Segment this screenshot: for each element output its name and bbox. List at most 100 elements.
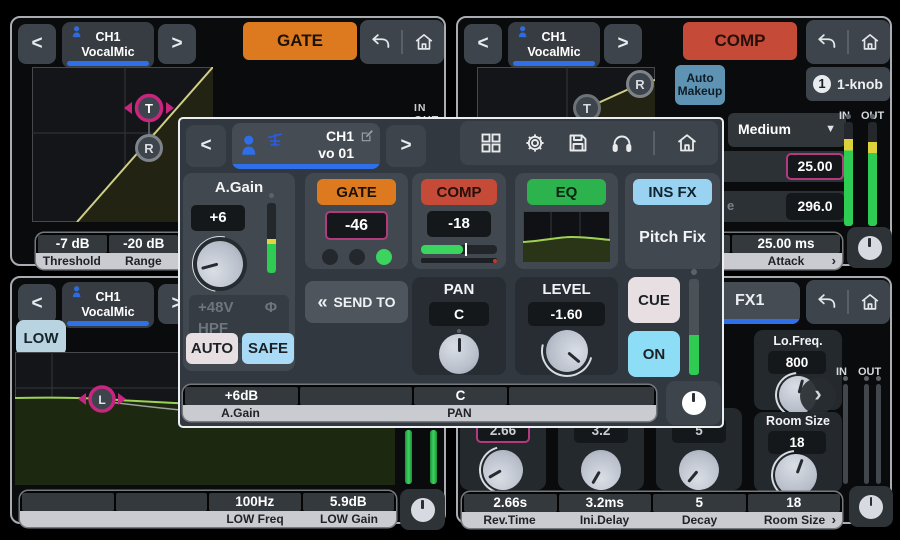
gate-threshold-value[interactable]: -46 bbox=[325, 211, 388, 240]
popup-next-channel-button[interactable]: > bbox=[386, 125, 426, 167]
fx-roomsize-block: Room Size 18 bbox=[754, 412, 842, 492]
next-page-button[interactable]: › bbox=[800, 378, 836, 414]
monitor-headphones-icon[interactable] bbox=[610, 131, 634, 155]
popup-touch-strip[interactable]: +6dB C A.Gain PAN bbox=[183, 385, 656, 421]
touch-cell[interactable]: 5.9dB bbox=[303, 493, 395, 511]
mixer-screen: < CH1 VocalMic > GATE T R IN OUT -7 dB bbox=[0, 0, 900, 540]
chevron-right-icon: › bbox=[832, 513, 836, 527]
touch-cell[interactable]: -7 dB bbox=[38, 235, 107, 253]
comp-type-dropdown[interactable]: Medium ▼ bbox=[728, 113, 846, 147]
save-icon[interactable] bbox=[566, 131, 590, 155]
insfx-name[interactable]: Pitch Fix bbox=[625, 229, 720, 247]
comp-ratio-handle[interactable]: R bbox=[628, 72, 653, 97]
touch-cell[interactable]: 25.00 ms bbox=[732, 235, 840, 253]
touch-knob-button[interactable] bbox=[849, 486, 893, 527]
channel-tab[interactable]: CH1 VocalMic bbox=[62, 282, 154, 328]
eq-block: EQ bbox=[515, 173, 618, 269]
touch-cell[interactable]: 5 bbox=[653, 494, 746, 512]
comp-block: COMP -18 bbox=[412, 173, 506, 269]
comp-on-button[interactable]: COMP bbox=[421, 179, 497, 205]
safe-button[interactable]: SAFE bbox=[242, 333, 294, 364]
pan-knob[interactable] bbox=[439, 334, 479, 374]
home-icon[interactable] bbox=[859, 31, 881, 53]
one-knob-button[interactable]: 1 1-knob bbox=[806, 67, 890, 101]
level-value[interactable]: -1.60 bbox=[528, 302, 605, 326]
pan-block: PAN C bbox=[412, 277, 506, 375]
comp-title-button[interactable]: COMP bbox=[683, 22, 797, 60]
touch-label: LOW Freq bbox=[208, 512, 302, 527]
svg-text:T: T bbox=[145, 101, 153, 116]
auto-gain-button[interactable]: AUTO bbox=[186, 333, 238, 364]
channel-tab[interactable]: CH1 VocalMic bbox=[508, 22, 600, 68]
popup-prev-channel-button[interactable]: < bbox=[186, 125, 226, 167]
touch-cell[interactable] bbox=[300, 387, 412, 405]
phase-icon[interactable]: Φ bbox=[265, 299, 277, 316]
touch-cell[interactable]: -20 dB bbox=[109, 235, 178, 253]
out-meter bbox=[868, 122, 877, 226]
home-icon[interactable] bbox=[859, 291, 881, 313]
undo-icon[interactable] bbox=[816, 291, 838, 313]
phantom-label[interactable]: +48V bbox=[198, 299, 233, 316]
eq-touch-strip[interactable]: 100Hz 5.9dB LOW Freq LOW Gain bbox=[20, 491, 396, 527]
channel-id: CH1 bbox=[508, 30, 600, 45]
touch-label: A.Gain bbox=[183, 406, 298, 421]
gate-on-button[interactable]: GATE bbox=[317, 179, 396, 205]
insfx-block: INS FX Pitch Fix bbox=[625, 173, 720, 269]
level-knob[interactable] bbox=[537, 321, 596, 380]
touch-cell[interactable]: 18 bbox=[748, 494, 841, 512]
out-meter bbox=[430, 430, 437, 484]
comp-threshold-value[interactable]: 25.00 bbox=[786, 153, 844, 180]
again-value[interactable]: +6 bbox=[191, 205, 245, 231]
cue-button[interactable]: CUE bbox=[628, 277, 680, 323]
eq-thumbnail[interactable] bbox=[523, 211, 610, 262]
channel-tab[interactable]: CH1 VocalMic bbox=[62, 22, 154, 68]
touch-cell[interactable]: 100Hz bbox=[209, 493, 301, 511]
next-channel-button[interactable]: > bbox=[158, 24, 196, 64]
auto-makeup-button[interactable]: AutoMakeup bbox=[675, 65, 725, 105]
channel-person-icon bbox=[239, 132, 265, 158]
svg-text:R: R bbox=[144, 141, 154, 156]
undo-icon[interactable] bbox=[370, 31, 392, 53]
inidelay-knob[interactable] bbox=[574, 443, 629, 498]
home-icon[interactable] bbox=[675, 131, 699, 155]
revtime-knob[interactable] bbox=[476, 443, 531, 498]
gate-range-handle[interactable]: R bbox=[137, 136, 162, 161]
touch-label: Decay bbox=[652, 513, 747, 528]
touch-knob-button[interactable] bbox=[666, 381, 721, 425]
home-icon[interactable] bbox=[413, 31, 435, 53]
touch-cell[interactable] bbox=[509, 387, 654, 405]
nav-hub bbox=[360, 20, 444, 64]
fx-touch-strip[interactable]: 2.66s 3.2ms 5 18 Rev.Time Ini.Delay Deca… bbox=[462, 492, 842, 528]
overview-grid-icon[interactable] bbox=[479, 131, 503, 155]
touch-cell[interactable]: C bbox=[414, 387, 507, 405]
decay-knob[interactable] bbox=[671, 442, 727, 498]
settings-gear-icon[interactable] bbox=[523, 131, 547, 155]
popup-channel-plate[interactable]: CH1 vo 01 bbox=[232, 123, 380, 169]
insfx-on-button[interactable]: INS FX bbox=[633, 179, 712, 205]
low-band-button[interactable]: LOW bbox=[16, 320, 66, 356]
label-fragment: e bbox=[727, 198, 734, 213]
comp-release-value[interactable]: 296.0 bbox=[786, 193, 844, 220]
touch-cell[interactable]: 3.2ms bbox=[559, 494, 652, 512]
touch-cell[interactable]: +6dB bbox=[185, 387, 298, 405]
on-button[interactable]: ON bbox=[628, 331, 680, 377]
edit-icon[interactable] bbox=[360, 129, 374, 143]
prev-channel-button[interactable]: < bbox=[18, 24, 56, 64]
out-meter-right bbox=[876, 384, 881, 484]
touch-cell[interactable] bbox=[116, 493, 208, 511]
send-to-button[interactable]: « SEND TO bbox=[305, 281, 408, 323]
next-channel-button[interactable]: > bbox=[604, 24, 642, 64]
level-block: LEVEL -1.60 bbox=[515, 277, 618, 375]
prev-channel-button[interactable]: < bbox=[464, 24, 502, 64]
undo-icon[interactable] bbox=[816, 31, 838, 53]
touch-knob-button[interactable] bbox=[847, 227, 892, 268]
touch-cell[interactable]: 2.66s bbox=[464, 494, 557, 512]
gate-block: GATE -46 bbox=[305, 173, 408, 269]
comp-threshold-value[interactable]: -18 bbox=[427, 211, 491, 237]
touch-cell[interactable] bbox=[22, 493, 114, 511]
touch-knob-button[interactable] bbox=[400, 489, 445, 530]
gate-title-button[interactable]: GATE bbox=[243, 22, 357, 60]
pan-value[interactable]: C bbox=[429, 302, 489, 326]
prev-channel-button[interactable]: < bbox=[18, 284, 56, 324]
eq-on-button[interactable]: EQ bbox=[527, 179, 606, 205]
